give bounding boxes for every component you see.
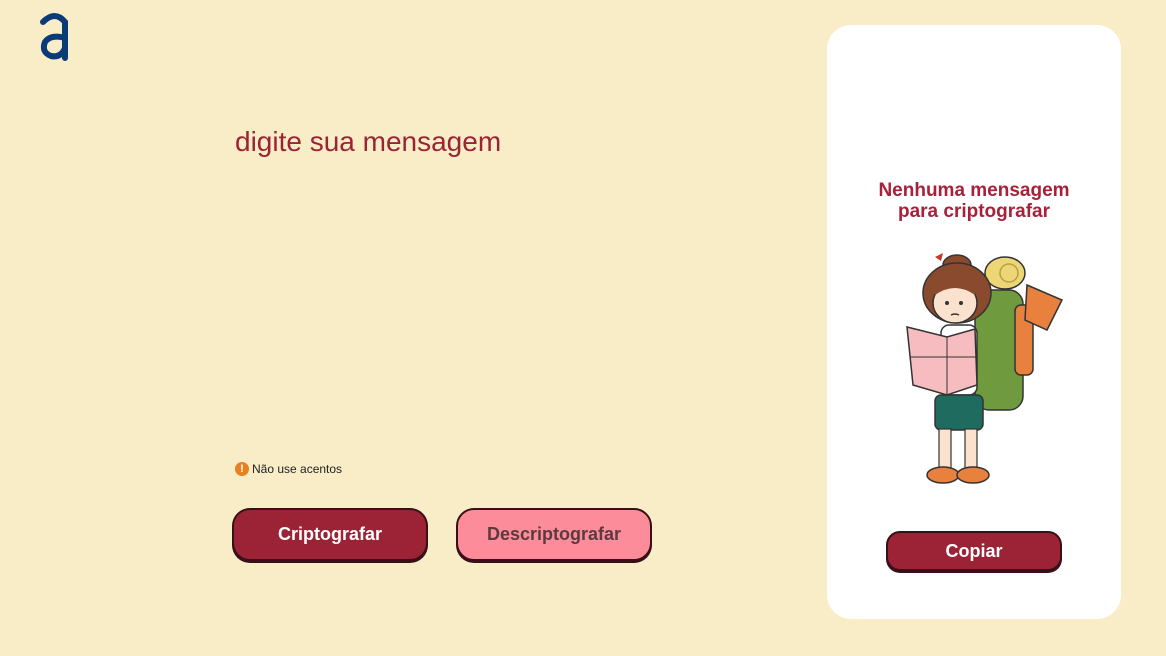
accent-warning: ! Não use acentos bbox=[235, 462, 342, 476]
traveler-girl-illustration bbox=[906, 253, 1064, 484]
output-panel: Nenhuma mensagem para criptografar Copia… bbox=[827, 25, 1121, 619]
exclamation-circle-icon: ! bbox=[235, 462, 249, 476]
empty-message-title: Nenhuma mensagem para criptografar bbox=[827, 180, 1121, 222]
input-section: ! Não use acentos Criptografar Descripto… bbox=[232, 0, 795, 656]
accent-warning-text: Não use acentos bbox=[252, 462, 343, 476]
decrypt-button[interactable]: Descriptografar bbox=[456, 508, 652, 561]
copy-button[interactable]: Copiar bbox=[886, 531, 1062, 571]
alura-logo-icon[interactable] bbox=[37, 12, 73, 62]
empty-title-line-1: Nenhuma mensagem bbox=[878, 180, 1070, 201]
message-input[interactable] bbox=[235, 126, 755, 426]
empty-title-line-2: para criptografar bbox=[897, 201, 1051, 222]
encrypt-button[interactable]: Criptografar bbox=[232, 508, 428, 561]
